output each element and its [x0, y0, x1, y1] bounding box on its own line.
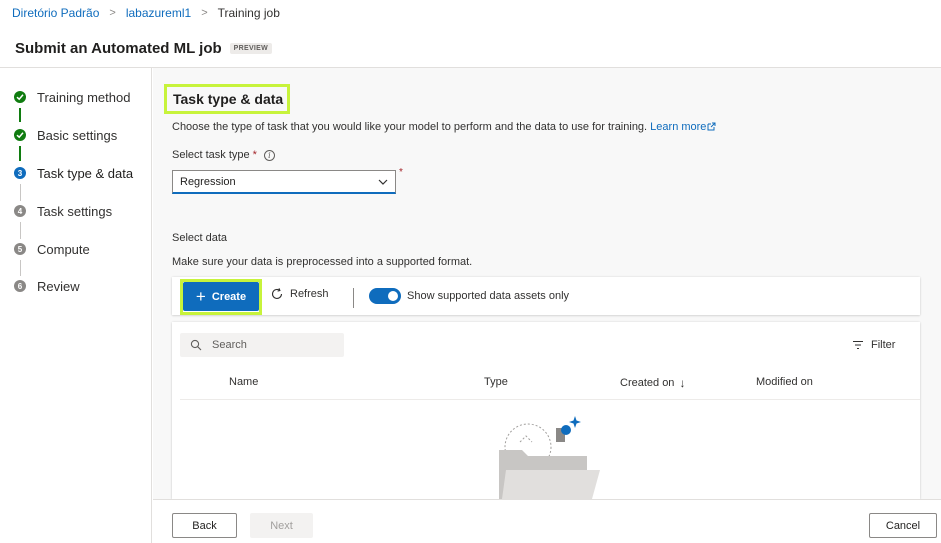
search-icon	[190, 339, 202, 351]
learn-more-link[interactable]: Learn more	[650, 121, 716, 133]
select-data-hint: Make sure your data is preprocessed into…	[172, 256, 473, 268]
step-connector	[19, 146, 21, 161]
create-button[interactable]: + Create	[183, 282, 259, 311]
required-marker: *	[252, 149, 257, 161]
plus-icon: +	[195, 287, 206, 306]
step-connector	[20, 222, 21, 239]
refresh-icon	[271, 288, 283, 300]
step-label: Basic settings	[37, 127, 118, 143]
task-type-label-text: Select task type	[172, 149, 250, 161]
external-link-icon	[707, 122, 716, 131]
next-button[interactable]: Next	[250, 513, 313, 538]
toggle-label: Show supported data assets only	[407, 290, 570, 302]
chevron-down-icon	[378, 179, 388, 185]
step-label: Review	[37, 278, 80, 294]
section-description: Choose the type of task that you would l…	[172, 121, 716, 133]
step-number-icon: 5	[14, 243, 26, 255]
wizard-sidebar: Training method Basic settings 3 Task ty…	[0, 68, 152, 543]
cancel-button[interactable]: Cancel	[869, 513, 937, 538]
step-task-settings[interactable]: 4 Task settings	[14, 201, 112, 221]
step-label: Task settings	[37, 203, 113, 219]
required-marker: *	[399, 167, 403, 178]
section-title: Task type & data	[173, 91, 284, 107]
column-header-created-on[interactable]: Created on ↓	[620, 376, 685, 390]
preview-badge: PREVIEW	[229, 42, 273, 54]
refresh-button-label: Refresh	[290, 288, 329, 300]
search-input[interactable]: Search	[180, 333, 344, 357]
step-review[interactable]: 6 Review	[14, 276, 80, 296]
filter-icon	[853, 340, 863, 350]
select-data-label: Select data	[172, 232, 228, 244]
toolbar-divider	[353, 288, 354, 308]
filter-button-label: Filter	[871, 339, 896, 351]
step-connector	[19, 108, 21, 122]
create-button-label: Create	[211, 290, 247, 303]
step-connector	[20, 260, 21, 276]
breadcrumb-current: Training job	[217, 6, 280, 20]
empty-state-illustration	[494, 412, 614, 499]
page-title: Submit an Automated ML job	[15, 39, 222, 57]
task-type-dropdown[interactable]: Regression	[172, 170, 396, 194]
step-label: Training method	[37, 89, 131, 105]
step-number-icon: 6	[14, 280, 26, 292]
column-header-name[interactable]: Name	[229, 376, 258, 388]
breadcrumb-separator: >	[109, 7, 116, 19]
grid-header-divider	[180, 399, 920, 400]
toggle-knob	[388, 291, 398, 301]
info-icon[interactable]: i	[263, 149, 275, 161]
back-button[interactable]: Back	[172, 513, 237, 538]
description-text: Choose the type of task that you would l…	[172, 121, 648, 133]
column-header-modified-on[interactable]: Modified on	[756, 376, 813, 388]
step-basic-settings[interactable]: Basic settings	[14, 125, 117, 145]
checkmark-icon	[14, 129, 26, 141]
section-title-highlight: Task type & data	[164, 84, 290, 114]
step-number-icon: 3	[14, 167, 26, 179]
step-training-method[interactable]: Training method	[14, 87, 130, 107]
checkmark-icon	[14, 91, 26, 103]
refresh-button[interactable]: Refresh	[270, 287, 329, 301]
breadcrumb-separator: >	[201, 7, 208, 19]
column-header-type[interactable]: Type	[484, 376, 508, 388]
step-task-type-data[interactable]: 3 Task type & data	[14, 163, 133, 183]
breadcrumb-link-directory[interactable]: Diretório Padrão	[12, 6, 99, 20]
supported-assets-toggle[interactable]	[369, 288, 401, 304]
task-type-value: Regression	[180, 175, 236, 188]
filter-button[interactable]: Filter	[852, 339, 895, 351]
task-type-label: Select task type * i	[172, 149, 275, 161]
step-label: Compute	[37, 241, 90, 257]
step-compute[interactable]: 5 Compute	[14, 239, 90, 259]
search-placeholder: Search	[212, 339, 247, 351]
breadcrumb: Diretório Padrão > labazureml1 > Trainin…	[12, 5, 280, 21]
step-connector	[20, 184, 21, 201]
breadcrumb-link-workspace[interactable]: labazureml1	[126, 6, 191, 20]
step-number-icon: 4	[14, 205, 26, 217]
sort-descending-icon: ↓	[679, 376, 686, 390]
step-label: Task type & data	[37, 165, 134, 181]
page-header: Submit an Automated ML job PREVIEW	[15, 38, 273, 58]
